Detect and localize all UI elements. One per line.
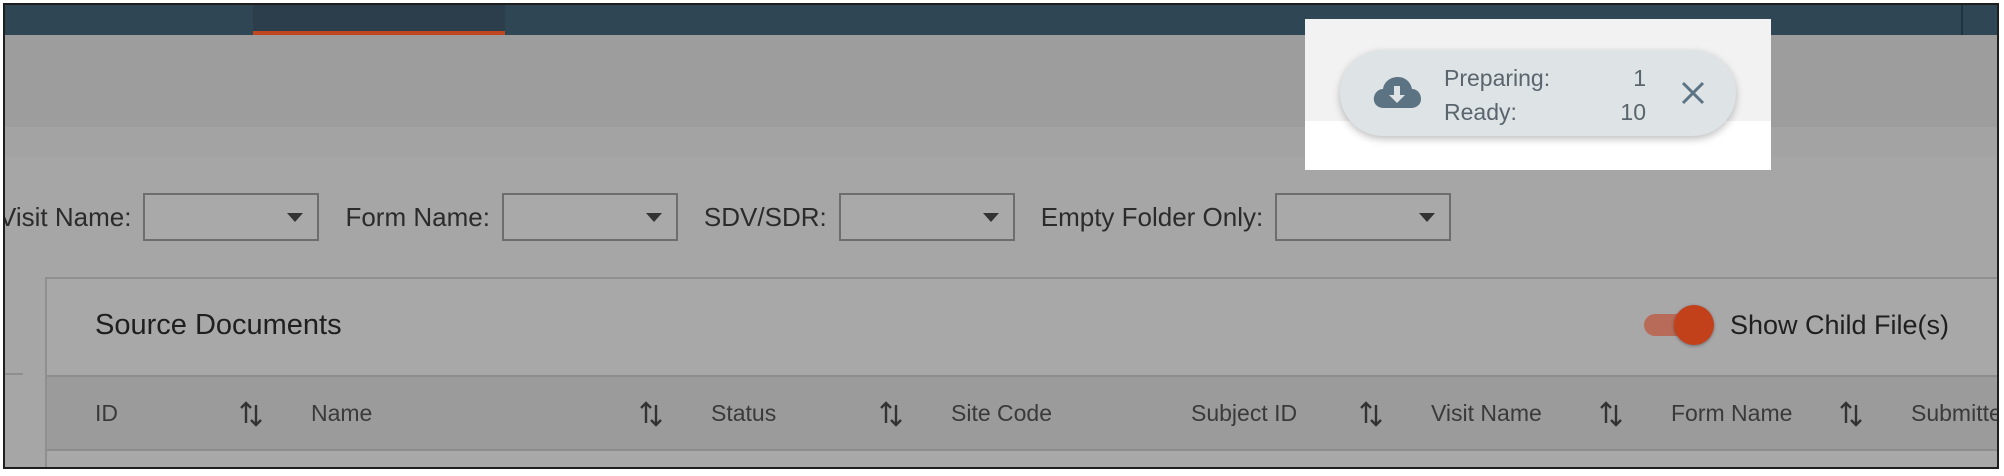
table-header-row: ID Name Status Site Code Subject ID Visi… xyxy=(47,375,1997,451)
filter-label-empty-folder-only: Empty Folder Only: xyxy=(1040,201,1264,232)
preparing-count: 1 xyxy=(1633,65,1646,91)
cloud-download-icon xyxy=(1373,77,1421,108)
filter-label-form-name: Form Name: xyxy=(345,201,490,232)
filter-label-sdv-sdr: SDV/SDR: xyxy=(703,201,827,232)
preparing-label: Preparing: xyxy=(1444,65,1551,91)
column-header-id[interactable]: ID xyxy=(95,377,118,449)
chevron-down-icon xyxy=(1419,213,1436,222)
filter-label-visit-name: Visit Name: xyxy=(3,201,132,232)
sort-icon[interactable] xyxy=(1839,401,1863,427)
chevron-down-icon xyxy=(287,213,304,222)
top-nav-active-tab[interactable] xyxy=(253,5,505,35)
chevron-down-icon xyxy=(645,213,662,222)
toggle-knob xyxy=(1673,305,1714,345)
sort-icon[interactable] xyxy=(239,401,263,427)
panel-title: Source Documents xyxy=(95,309,342,341)
column-header-submitted[interactable]: Submitte xyxy=(1911,377,1997,449)
left-sidebar-stub xyxy=(5,277,23,375)
close-icon[interactable] xyxy=(1678,78,1708,108)
column-header-status[interactable]: Status xyxy=(711,377,776,449)
empty-folder-only-select[interactable] xyxy=(1275,193,1452,241)
column-header-subject-id[interactable]: Subject ID xyxy=(1191,377,1297,449)
download-status-toast: Preparing: 1 Ready: 10 xyxy=(1340,50,1736,136)
column-header-form-name[interactable]: Form Name xyxy=(1671,377,1792,449)
form-name-select[interactable] xyxy=(501,193,678,241)
column-header-name[interactable]: Name xyxy=(311,377,372,449)
sort-icon[interactable] xyxy=(1599,401,1623,427)
column-header-site-code[interactable]: Site Code xyxy=(951,377,1052,449)
show-child-files-control: Show Child File(s) xyxy=(1643,305,1949,345)
sort-icon[interactable] xyxy=(639,401,663,427)
column-header-visit-name[interactable]: Visit Name xyxy=(1431,377,1542,449)
sort-icon[interactable] xyxy=(1359,401,1383,427)
ready-count: 10 xyxy=(1620,99,1646,125)
filter-bar: Visit Name: Form Name: SDV/SDR: Empty Fo… xyxy=(5,157,1997,277)
chevron-down-icon xyxy=(982,213,999,222)
ready-label: Ready: xyxy=(1444,99,1517,125)
source-documents-panel: Source Documents Show Child File(s) ID N… xyxy=(45,277,1997,467)
sdv-sdr-select[interactable] xyxy=(838,193,1015,241)
show-child-files-label: Show Child File(s) xyxy=(1729,309,1949,340)
sort-icon[interactable] xyxy=(879,401,903,427)
show-child-files-toggle[interactable] xyxy=(1643,305,1714,345)
top-nav-divider xyxy=(1961,5,1963,35)
visit-name-select[interactable] xyxy=(143,193,320,241)
app-frame: Visit Name: Form Name: SDV/SDR: Empty Fo… xyxy=(3,3,1999,469)
